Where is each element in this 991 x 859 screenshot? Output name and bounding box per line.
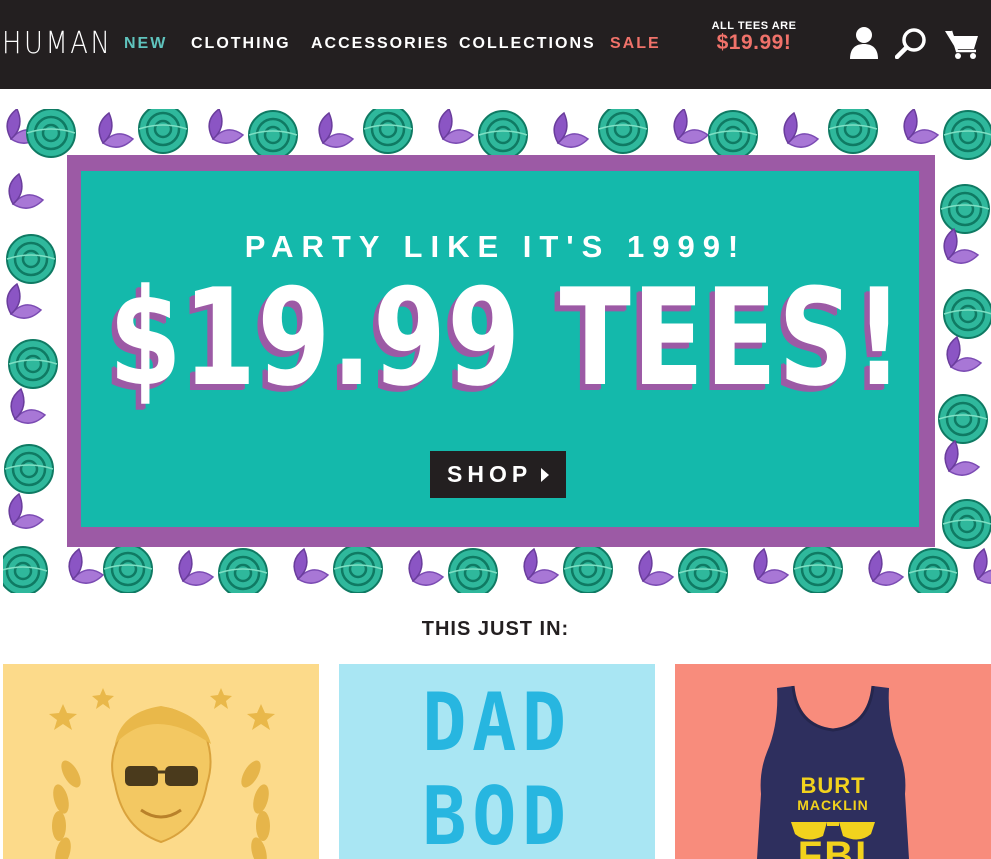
search-icon[interactable] <box>894 27 927 64</box>
product-3-graphic-line3: FBI <box>797 834 869 859</box>
portrait-sunglasses-illustration <box>49 688 275 859</box>
shop-button-label: SHOP <box>447 461 533 487</box>
promo-badge[interactable]: ALL TEES ARE $19.99! <box>706 20 802 54</box>
site-header: HUMAN NEW CLOTHING ACCESSORIES COLLECTIO… <box>0 0 991 89</box>
product-2-graphic-line2: BOD <box>422 770 572 859</box>
nav-new[interactable]: NEW <box>124 34 167 54</box>
nav-sale[interactable]: SALE <box>610 34 661 54</box>
section-title: THIS JUST IN: <box>421 618 570 640</box>
arrow-right-icon <box>541 468 549 482</box>
promo-price-text: $19.99! <box>716 31 792 54</box>
product-card-3[interactable]: BURT MACKLIN FBI <box>675 664 991 859</box>
nav-clothing[interactable]: CLOTHING <box>191 34 291 54</box>
product-2-graphic-line1: DAD <box>422 676 572 769</box>
product-card-1[interactable] <box>3 664 319 859</box>
product-3-graphic-line2: MACKLIN <box>797 797 869 813</box>
product-card-2[interactable]: DAD BOD <box>339 664 655 859</box>
tank-top-illustration <box>757 685 909 859</box>
nav-accessories[interactable]: ACCESSORIES <box>311 34 449 54</box>
nav-collections[interactable]: COLLECTIONS <box>459 34 596 54</box>
cart-icon[interactable] <box>944 28 980 65</box>
logo[interactable]: HUMAN <box>2 26 112 62</box>
hero-headline: $19.99 TEES! <box>108 260 905 416</box>
hero-banner[interactable]: PARTY LIKE IT'S 1999! $19.99 TEES! SHOP <box>3 109 991 593</box>
account-icon[interactable] <box>849 26 879 65</box>
shop-button[interactable]: SHOP <box>430 451 566 498</box>
product-3-graphic-line1: BURT <box>800 773 866 798</box>
